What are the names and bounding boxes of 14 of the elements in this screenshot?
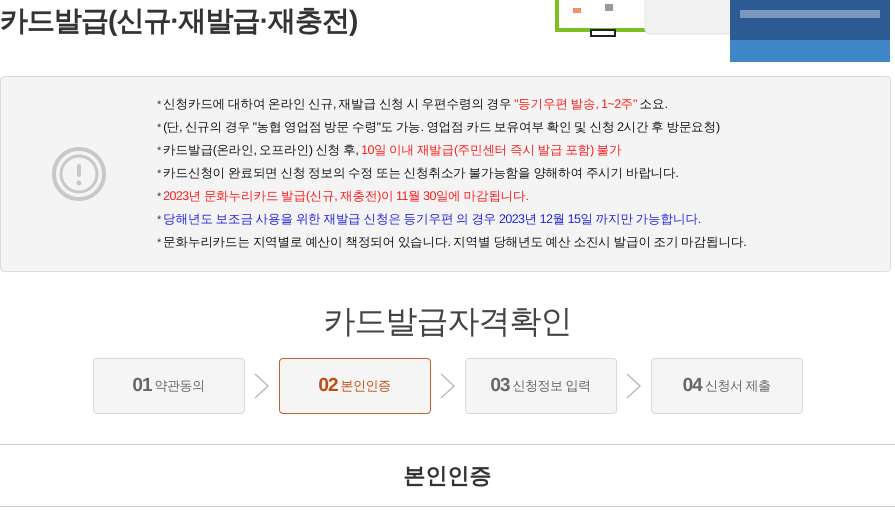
subsection-title: 본인인증 [404,462,492,490]
notice-text: * 신청카드에 대하여 온라인 신규, 재발급 신청 시 우편수령의 경우 "등기우편 발송, 1~2주" 소요. [157,96,668,113]
notice-text: * 카드발급(온라인, 오프라인) 신청 후, 10일 이내 재발급(주민센터 즉시 발급 포함) 불가 [157,142,622,159]
page-title: 카드발급(신규·재발급·재충전) [0,4,358,38]
notice-text: * (단, 신규의 경우 "농협 영업점 방문 수령"도 가능. 영업점 카드 보유여부 확인 및 신청 2시간 후 방문요청) [157,119,721,136]
exclamation-circle-icon [50,145,108,203]
chevron-right-icon [252,372,270,400]
notice-text: * 당해년도 보조금 사용을 위한 재발급 신청은 등기우편 의 경우 2023년 12월 15일 까지만 가능합니다. [157,211,702,228]
chevron-right-icon [624,372,642,400]
notice-text: * 2023년 문화누리카드 발급(신규, 재충전)이 11월 30일에 마감됩니다. [157,188,530,205]
notice-text: * 카드신청이 완료되면 신청 정보의 수정 또는 신청취소가 불가능함을 양해하여 주시기 바랍니다. [157,165,680,182]
notice-text: * 문화누리카드는 지역별로 예산이 책정되어 있습니다. 지역별 당해년도 예산 소진시 발급이 조기 마감됩니다. [157,234,746,251]
chevron-right-icon [438,372,456,400]
section-title: 카드발급자격확인 [322,302,572,341]
